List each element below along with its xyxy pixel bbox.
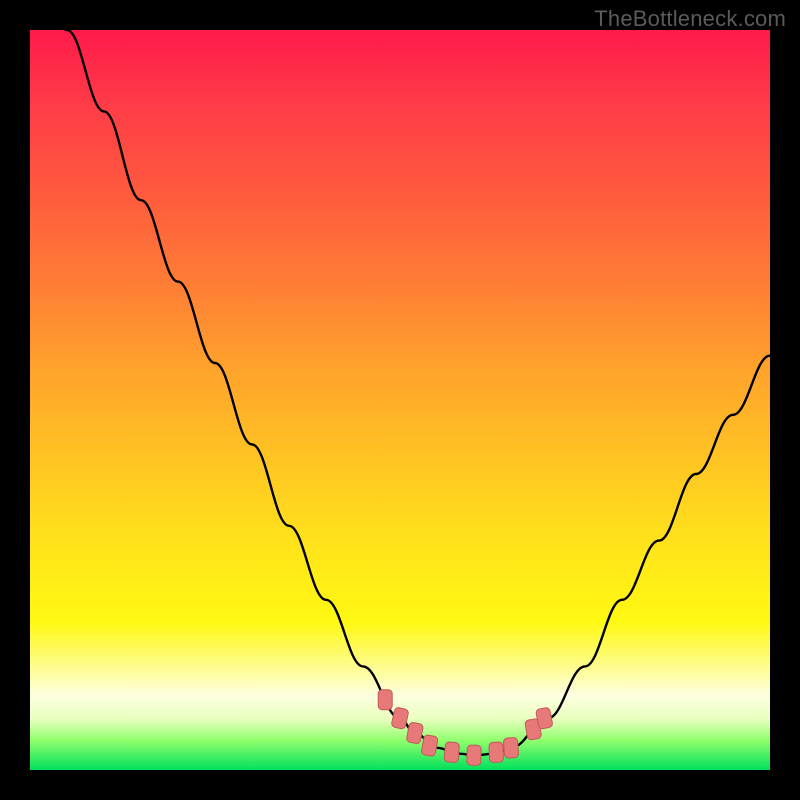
curve-marker [467,745,482,765]
curve-layer [30,30,770,770]
curve-marker [503,737,518,758]
curve-marker [421,735,438,757]
curve-marker [378,690,392,710]
curve-marker [489,742,504,762]
watermark-text: TheBottleneck.com [594,6,786,32]
bottleneck-curve [30,0,770,755]
plot-area [30,30,770,770]
chart-frame: TheBottleneck.com [0,0,800,800]
curve-marker [444,742,459,763]
curve-marker [406,722,424,744]
